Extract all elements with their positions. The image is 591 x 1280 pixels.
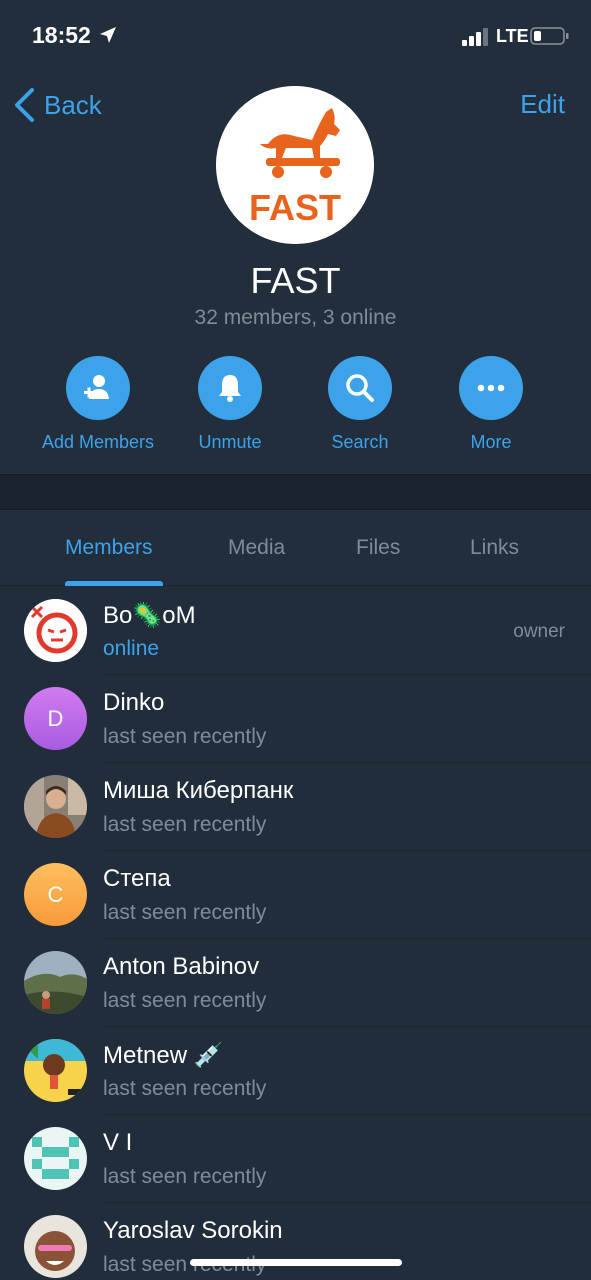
avatar-initial: C (47, 881, 64, 907)
member-status: last seen recently (103, 989, 267, 1012)
search-button[interactable]: Search (290, 356, 430, 453)
more-button[interactable]: More (421, 356, 561, 453)
edit-button[interactable]: Edit (520, 89, 565, 120)
group-title: FAST (250, 260, 341, 301)
home-indicator[interactable] (190, 1259, 402, 1266)
add-member-icon (84, 375, 109, 399)
photo-avatar-icon (24, 951, 87, 1014)
add-members-label: Add Members (41, 432, 155, 452)
avatar (24, 1039, 87, 1102)
signal-icon (462, 28, 488, 46)
back-label: Back (44, 89, 102, 120)
back-button[interactable]: Back (12, 86, 102, 124)
status-bar: 18:52 LTE (0, 0, 591, 72)
member-status: last seen recently (103, 901, 267, 924)
photo-avatar-icon (24, 1215, 87, 1278)
angry-face-avatar-icon (24, 599, 87, 662)
member-name: Миша Киберпанк (103, 777, 294, 804)
unmute-circle (198, 356, 262, 420)
avatar-initial: D (47, 705, 64, 731)
member-status: last seen recently (103, 1077, 267, 1100)
member-row-stepa[interactable]: C Степа last seen recently (0, 851, 591, 939)
battery-icon (530, 27, 569, 45)
photo-avatar-icon (24, 775, 87, 838)
member-name: Anton Babinov (103, 953, 260, 980)
bell-icon (219, 375, 241, 402)
identicon-avatar-icon (24, 1127, 87, 1190)
search-icon (346, 374, 374, 402)
more-label: More (470, 432, 512, 452)
group-subtitle: 32 members, 3 online (194, 306, 397, 329)
member-name: Dinko (103, 689, 165, 716)
member-role-badge: owner (513, 621, 565, 642)
member-name: Bo🦠oM (103, 602, 196, 629)
avatar: D (24, 687, 87, 750)
add-members-button[interactable]: Add Members (28, 356, 168, 453)
member-list: Bo🦠oM online owner D Dinko last seen rec… (0, 587, 591, 1280)
member-row-dinko[interactable]: D Dinko last seen recently (0, 675, 591, 763)
member-status: online (103, 637, 160, 660)
member-status: last seen recently (103, 725, 267, 748)
active-tab-indicator (65, 581, 163, 586)
location-arrow-icon (100, 27, 116, 43)
avatar (24, 775, 87, 838)
profile-header: 18:52 LTE Back Edit FAST FAST 32 members… (0, 0, 591, 474)
avatar (24, 599, 87, 662)
search-circle (328, 356, 392, 420)
horse-logo-icon: FAST (216, 86, 374, 244)
member-row-misha[interactable]: Миша Киберпанк last seen recently (0, 763, 591, 851)
tab-links[interactable]: Links (470, 536, 519, 560)
avatar (24, 1127, 87, 1190)
member-row-vi[interactable]: V I last seen recently (0, 1115, 591, 1203)
more-icon (477, 384, 505, 392)
add-members-circle (66, 356, 130, 420)
member-name: Степа (103, 865, 171, 892)
section-separator (0, 474, 591, 510)
member-row-anton[interactable]: Anton Babinov last seen recently (0, 939, 591, 1027)
unmute-label: Unmute (198, 432, 262, 452)
group-avatar[interactable]: FAST (216, 86, 374, 244)
status-time: 18:52 (32, 22, 91, 48)
member-name: V I (103, 1129, 133, 1156)
cartoon-avatar-icon (24, 1039, 87, 1102)
network-label: LTE (496, 26, 529, 46)
avatar (24, 951, 87, 1014)
avatar: C (24, 863, 87, 926)
logo-text: FAST (249, 187, 341, 228)
member-row-yaroslav[interactable]: Yaroslav Sorokin last seen recently (0, 1203, 591, 1280)
member-status: last seen recently (103, 1165, 267, 1188)
member-status: last seen recently (103, 813, 267, 836)
chevron-left-icon (15, 88, 34, 122)
member-name: Metnew 💉 (103, 1042, 224, 1069)
search-label: Search (331, 432, 389, 452)
tab-files[interactable]: Files (356, 536, 400, 560)
unmute-button[interactable]: Unmute (160, 356, 300, 453)
more-circle (459, 356, 523, 420)
member-row-metnew[interactable]: Metnew 💉 last seen recently (0, 1027, 591, 1115)
tab-members[interactable]: Members (65, 536, 153, 560)
tab-media[interactable]: Media (228, 536, 285, 560)
member-row-boom[interactable]: Bo🦠oM online owner (0, 587, 591, 675)
tab-bar: Members Media Files Links (0, 510, 591, 586)
member-name: Yaroslav Sorokin (103, 1217, 283, 1244)
avatar (24, 1215, 87, 1278)
